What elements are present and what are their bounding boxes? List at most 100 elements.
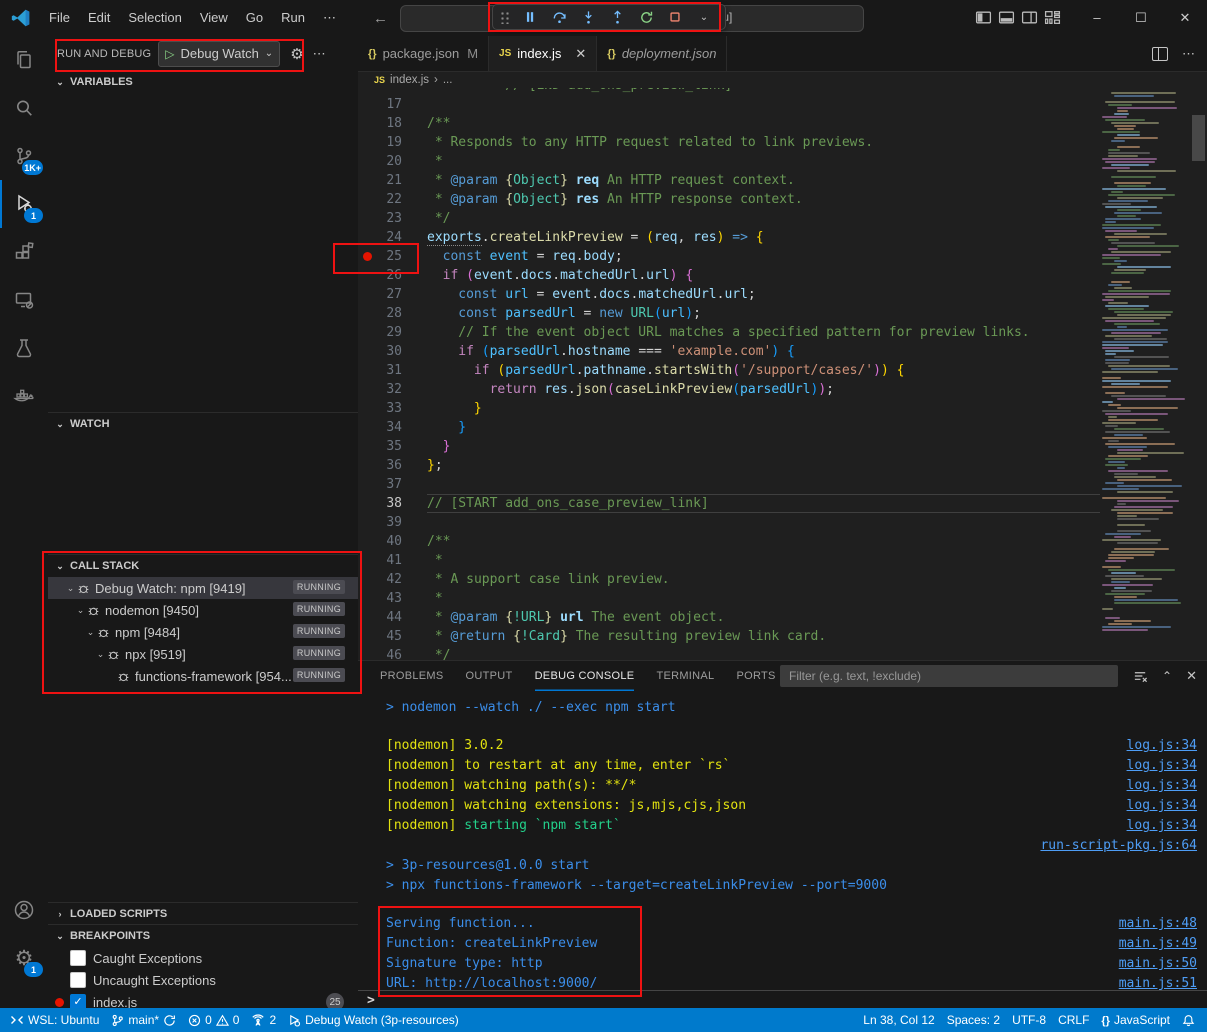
toggle-sidebar-icon[interactable] [975, 9, 992, 26]
menu-go[interactable]: Go [237, 10, 272, 25]
status-git-branch[interactable]: main* [105, 1008, 182, 1032]
step-out-button[interactable] [607, 7, 627, 27]
section-call-stack[interactable]: ⌄CALL STACK [48, 555, 358, 577]
menu-more[interactable]: ⋯ [314, 10, 345, 25]
status-ln-38-col-12[interactable]: Ln 38, Col 12 [857, 1008, 940, 1032]
gutter[interactable] [358, 228, 376, 247]
source-link[interactable]: main.js:49 [1119, 934, 1197, 954]
menu-view[interactable]: View [191, 10, 237, 25]
customize-layout-icon[interactable] [1044, 9, 1061, 26]
gutter[interactable] [358, 399, 376, 418]
gutter[interactable] [358, 532, 376, 551]
gutter[interactable] [358, 323, 376, 342]
section-variables[interactable]: ⌄VARIABLES [48, 71, 358, 93]
panel-tab-debug-console[interactable]: DEBUG CONSOLE [535, 661, 635, 691]
source-link[interactable]: log.js:34 [1127, 796, 1197, 816]
debug-console-output[interactable]: > nodemon --watch ./ --exec npm start[no… [358, 691, 1207, 998]
chevron-down-icon[interactable]: ⌄ [694, 7, 714, 27]
gutter[interactable] [358, 437, 376, 456]
restart-button[interactable] [636, 7, 656, 27]
call-stack-session[interactable]: ⌄npm [9484]RUNNING [48, 621, 358, 643]
panel-tab-output[interactable]: OUTPUT [466, 661, 513, 691]
status-error[interactable]: 00 [182, 1008, 245, 1032]
account-icon[interactable] [0, 886, 48, 934]
tab-index.js[interactable]: JSindex.js✕ [489, 36, 597, 71]
gutter[interactable] [358, 171, 376, 190]
search-icon[interactable] [0, 84, 48, 132]
call-stack-session[interactable]: functions-framework [954...RUNNING [48, 665, 358, 687]
explorer-icon[interactable] [0, 36, 48, 84]
split-editor-icon[interactable] [1152, 47, 1168, 61]
gutter[interactable] [358, 589, 376, 608]
clear-console-icon[interactable] [1133, 669, 1148, 684]
panel-tab-problems[interactable]: PROBLEMS [380, 661, 444, 691]
source-link[interactable]: log.js:34 [1127, 756, 1197, 776]
gutter[interactable] [358, 380, 376, 399]
call-stack-session[interactable]: ⌄Debug Watch: npm [9419]RUNNING [48, 577, 358, 599]
gutter[interactable] [358, 266, 376, 285]
section-loaded-scripts[interactable]: ›LOADED SCRIPTS [48, 903, 358, 925]
toggle-panel-icon[interactable] [998, 9, 1015, 26]
source-link[interactable]: log.js:34 [1127, 776, 1197, 796]
gutter[interactable] [358, 570, 376, 589]
gutter[interactable] [358, 513, 376, 532]
drag-grip-icon[interactable] [500, 10, 510, 24]
gutter[interactable] [358, 114, 376, 133]
nav-back-icon[interactable]: ← [373, 10, 388, 27]
source-control-icon[interactable]: 1K+ [0, 132, 48, 180]
status-broadcast[interactable]: 2 [245, 1008, 282, 1032]
source-link[interactable]: log.js:34 [1127, 736, 1197, 756]
panel-tab-terminal[interactable]: TERMINAL [656, 661, 714, 691]
launch-config-dropdown[interactable]: ▷ Debug Watch ⌄ [158, 41, 280, 67]
console-filter-input[interactable] [780, 665, 1118, 687]
source-link[interactable]: main.js:48 [1119, 914, 1197, 934]
gutter[interactable] [358, 475, 376, 494]
status-remote-indicator[interactable]: WSL: Ubuntu [4, 1008, 105, 1032]
stop-button[interactable] [665, 7, 685, 27]
source-link[interactable]: run-script-pkg.js:64 [1040, 836, 1197, 856]
gutter[interactable] [358, 494, 376, 513]
more-actions-icon[interactable]: ⋯ [313, 46, 326, 62]
source-link[interactable]: log.js:34 [1127, 816, 1197, 836]
start-debug-icon[interactable]: ▷ [165, 47, 174, 61]
maximize-button[interactable]: ☐ [1119, 0, 1163, 35]
close-tab-icon[interactable]: ✕ [575, 46, 586, 62]
status-bell[interactable] [1176, 1008, 1201, 1032]
status-spaces-2[interactable]: Spaces: 2 [941, 1008, 1006, 1032]
gutter[interactable] [358, 627, 376, 646]
maximize-panel-icon[interactable]: ⌃ [1162, 669, 1172, 683]
gutter[interactable] [358, 418, 376, 437]
tab-package.json[interactable]: {}package.jsonM [358, 36, 489, 71]
gutter[interactable] [358, 152, 376, 171]
status-utf-8[interactable]: UTF-8 [1006, 1008, 1052, 1032]
gutter[interactable] [358, 285, 376, 304]
call-stack-session[interactable]: ⌄nodemon [9450]RUNNING [48, 599, 358, 621]
extensions-icon[interactable] [0, 228, 48, 276]
editor-scrollbar[interactable] [1190, 88, 1207, 660]
step-over-button[interactable] [549, 7, 569, 27]
debug-settings-gear-icon[interactable]: ⚙ [290, 45, 303, 63]
gutter[interactable] [358, 95, 376, 114]
breakpoint-checkbox[interactable] [70, 972, 86, 988]
call-stack-session[interactable]: ⌄npx [9519]RUNNING [48, 643, 358, 665]
section-watch[interactable]: ⌄WATCH [48, 413, 358, 435]
editor-more-actions-icon[interactable]: ⋯ [1182, 46, 1195, 62]
breakpoint-checkbox[interactable] [70, 950, 86, 966]
gutter[interactable] [358, 551, 376, 570]
gutter[interactable] [358, 133, 376, 152]
toggle-secondary-sidebar-icon[interactable] [1021, 9, 1038, 26]
menu-edit[interactable]: Edit [79, 10, 119, 25]
minimap[interactable] [1100, 88, 1190, 660]
menu-selection[interactable]: Selection [119, 10, 190, 25]
menu-file[interactable]: File [40, 10, 79, 25]
gutter[interactable] [358, 304, 376, 323]
gutter[interactable] [358, 608, 376, 627]
debug-console-input[interactable]: > [358, 990, 1207, 1009]
gutter[interactable] [358, 247, 376, 266]
remote-explorer-icon[interactable] [0, 276, 48, 324]
minimize-button[interactable]: – [1075, 0, 1119, 35]
gutter[interactable] [358, 209, 376, 228]
breakpoint-row[interactable]: Caught Exceptions [48, 947, 358, 969]
step-into-button[interactable] [578, 7, 598, 27]
gutter[interactable] [358, 361, 376, 380]
